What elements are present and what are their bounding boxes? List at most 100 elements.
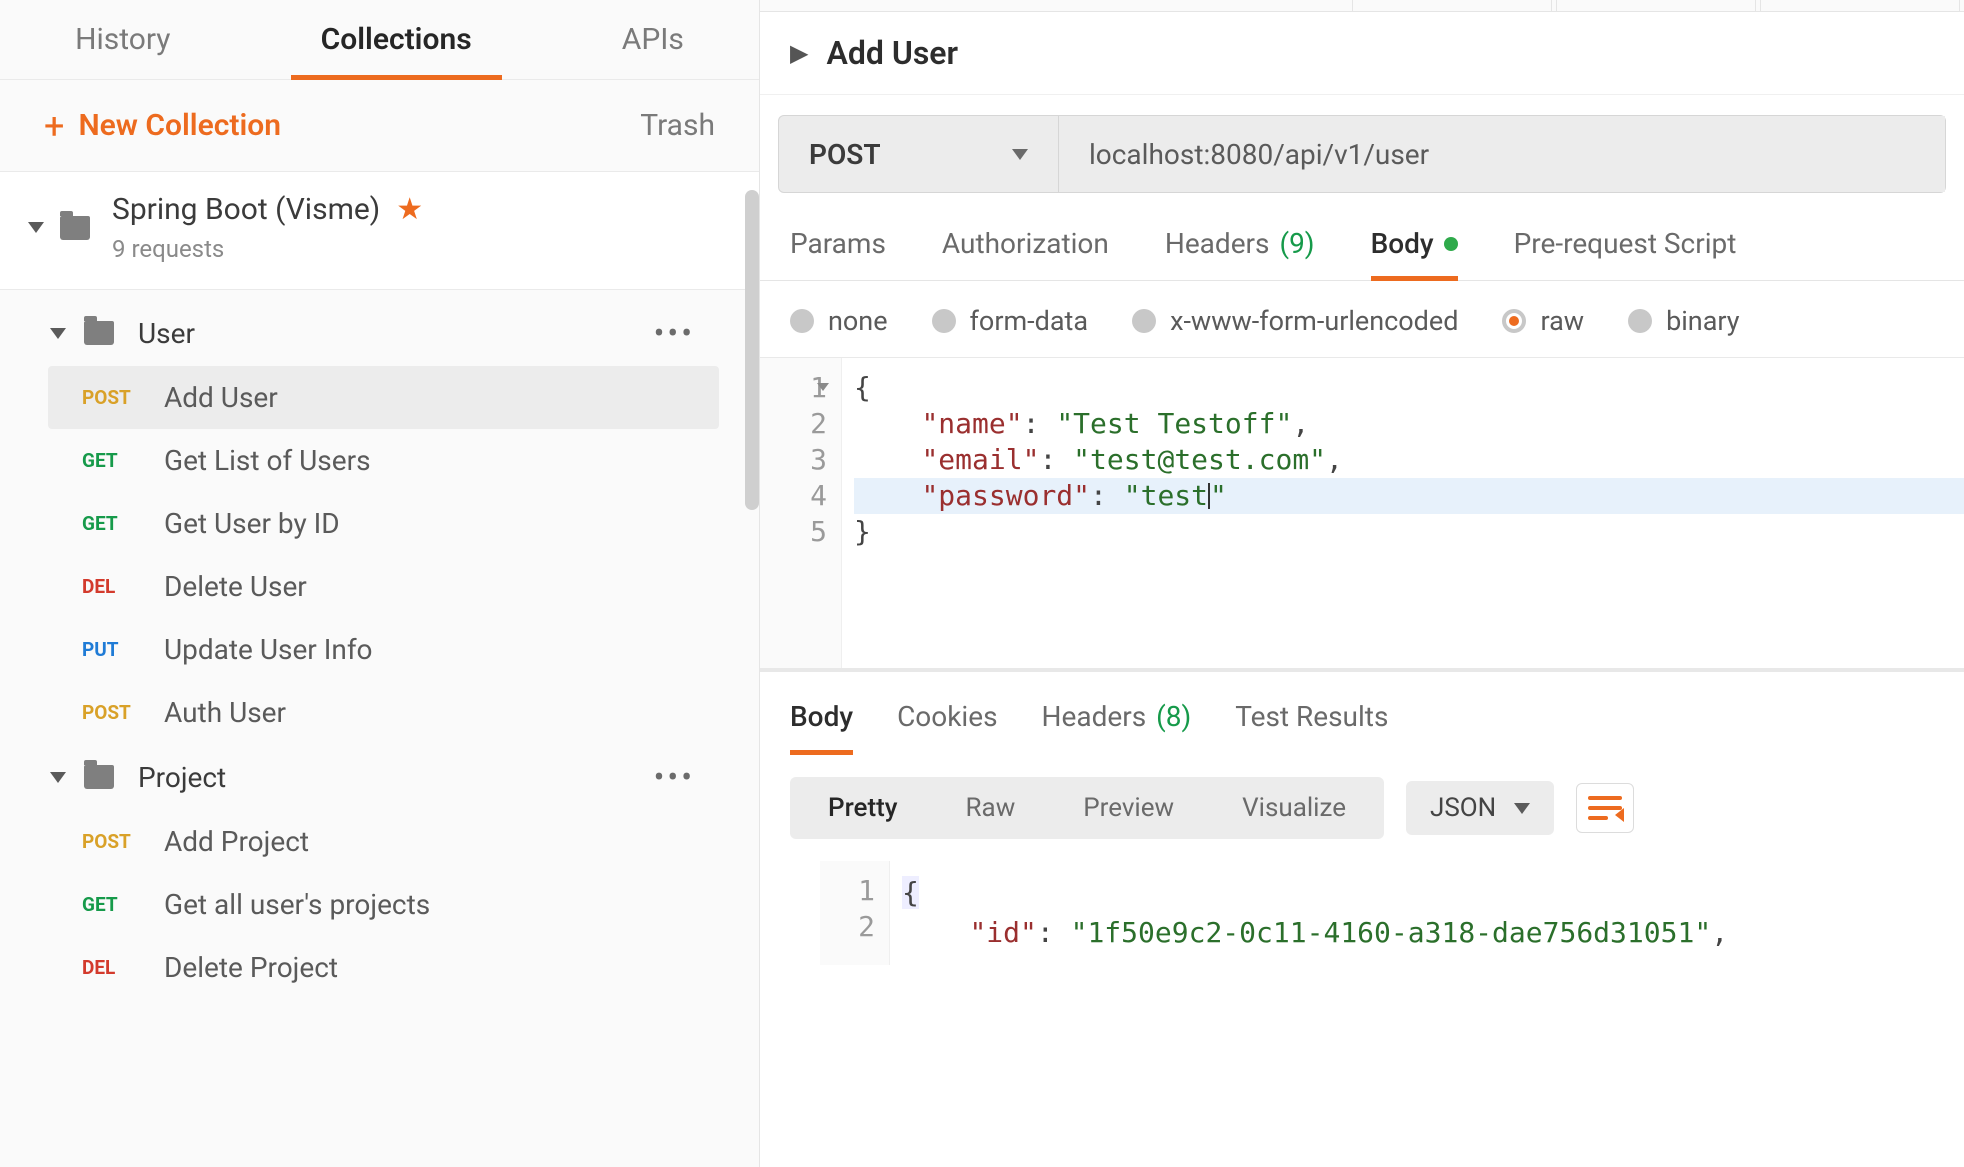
resp-tab-cookies[interactable]: Cookies — [897, 700, 997, 755]
resp-tab-body[interactable]: Body — [790, 700, 853, 755]
star-icon[interactable]: ★ — [396, 192, 423, 227]
seg-visualize[interactable]: Visualize — [1208, 781, 1380, 835]
method-select-value: POST — [809, 138, 881, 171]
seg-preview[interactable]: Preview — [1049, 781, 1208, 835]
caret-down-icon[interactable] — [50, 328, 66, 339]
tab-strip-stub — [760, 0, 1964, 12]
chevron-down-icon — [1012, 149, 1028, 160]
request-tabs: Params Authorization Headers (9) Body Pr… — [760, 193, 1964, 281]
request-label: Get List of Users — [164, 444, 371, 477]
request-get-user-by-id[interactable]: GET Get User by ID — [0, 492, 759, 555]
radio-none[interactable]: none — [790, 305, 888, 337]
resp-tab-headers[interactable]: Headers (8) — [1042, 700, 1192, 755]
method-badge: GET — [82, 449, 138, 472]
collection-header[interactable]: Spring Boot (Visme) ★ 9 requests — [0, 172, 759, 289]
scrollbar[interactable] — [745, 190, 759, 510]
radio-urlencoded[interactable]: x-www-form-urlencoded — [1132, 305, 1458, 337]
resp-headers-count: (8) — [1156, 700, 1191, 733]
request-tree: User ••• POST Add User GET Get List of U… — [0, 290, 759, 999]
resp-tab-headers-label: Headers — [1042, 700, 1147, 733]
request-delete-project[interactable]: DEL Delete Project — [0, 936, 759, 999]
caret-down-icon[interactable] — [28, 222, 44, 233]
code-token: "Test Testoff" — [1056, 407, 1292, 440]
radio-label: x-www-form-urlencoded — [1170, 305, 1458, 337]
code-token: " — [1210, 479, 1227, 512]
request-title-row: ▶ Add User — [760, 12, 1964, 95]
radio-icon — [1132, 309, 1156, 333]
radio-raw[interactable]: raw — [1502, 305, 1584, 337]
code-token: "test — [1124, 479, 1208, 512]
seg-raw[interactable]: Raw — [932, 781, 1050, 835]
method-select[interactable]: POST — [779, 116, 1059, 192]
radio-icon — [1628, 309, 1652, 333]
folder-more-icon[interactable]: ••• — [654, 758, 695, 796]
plus-icon: + — [44, 108, 64, 144]
request-title: Add User — [826, 34, 958, 72]
request-delete-user[interactable]: DEL Delete User — [0, 555, 759, 618]
request-get-all-projects[interactable]: GET Get all user's projects — [0, 873, 759, 936]
code-token: "name" — [921, 407, 1022, 440]
resp-tab-test-results[interactable]: Test Results — [1235, 700, 1388, 755]
request-update-user[interactable]: PUT Update User Info — [0, 618, 759, 681]
code-token: "email" — [921, 443, 1039, 476]
request-label: Delete Project — [164, 951, 338, 984]
new-collection-button[interactable]: + New Collection — [44, 108, 281, 144]
caret-down-icon[interactable] — [50, 772, 66, 783]
folder-user[interactable]: User ••• — [0, 300, 759, 366]
request-body-editor[interactable]: 1 2 3 4 5 { "name": "Test Testoff", "ema… — [760, 358, 1964, 668]
code-token: "1f50e9c2-0c11-4160-a318-dae756d31051" — [1071, 916, 1712, 949]
radio-label: binary — [1666, 305, 1740, 337]
request-label: Update User Info — [164, 633, 373, 666]
folder-label: Project — [138, 761, 226, 794]
tab-authorization[interactable]: Authorization — [942, 227, 1109, 280]
response-body-editor[interactable]: 1 2 { "id": "1f50e9c2-0c11-4160-a318-dae… — [760, 861, 1964, 965]
method-badge: DEL — [82, 956, 138, 979]
request-label: Delete User — [164, 570, 307, 603]
tab-prerequest[interactable]: Pre-request Script — [1514, 227, 1737, 280]
request-label: Get User by ID — [164, 507, 340, 540]
body-type-row: none form-data x-www-form-urlencoded raw… — [760, 281, 1964, 358]
radio-icon — [932, 309, 956, 333]
method-badge: DEL — [82, 575, 138, 598]
request-label: Get all user's projects — [164, 888, 430, 921]
sidebar-tabs: History Collections APIs — [0, 0, 759, 80]
request-add-user[interactable]: POST Add User — [48, 366, 719, 429]
response-toolbar: Pretty Raw Preview Visualize JSON — [760, 755, 1964, 861]
tab-body[interactable]: Body — [1371, 227, 1458, 280]
request-label: Add User — [164, 381, 278, 414]
request-label: Auth User — [164, 696, 286, 729]
folder-more-icon[interactable]: ••• — [654, 314, 695, 352]
request-get-list-users[interactable]: GET Get List of Users — [0, 429, 759, 492]
sidebar-actions: + New Collection Trash — [0, 80, 759, 172]
editor-gutter: 1 2 — [820, 861, 890, 965]
folder-icon — [60, 216, 90, 240]
tab-apis[interactable]: APIs — [592, 0, 714, 79]
code-token: { — [854, 371, 871, 404]
format-dropdown[interactable]: JSON — [1406, 781, 1554, 835]
request-add-project[interactable]: POST Add Project — [0, 810, 759, 873]
wrap-lines-button[interactable] — [1576, 783, 1634, 833]
radio-binary[interactable]: binary — [1628, 305, 1740, 337]
tab-collections[interactable]: Collections — [291, 0, 502, 79]
tab-body-label: Body — [1371, 227, 1434, 260]
caret-right-icon[interactable]: ▶ — [790, 39, 808, 67]
tab-headers-label: Headers — [1165, 227, 1270, 260]
view-mode-group: Pretty Raw Preview Visualize — [790, 777, 1384, 839]
collection-request-count: 9 requests — [112, 235, 423, 263]
fold-icon[interactable] — [817, 383, 829, 391]
editor-code[interactable]: { "name": "Test Testoff", "email": "test… — [842, 358, 1964, 668]
trash-link[interactable]: Trash — [640, 108, 715, 143]
new-collection-label: New Collection — [78, 108, 281, 143]
editor-code[interactable]: { "id": "1f50e9c2-0c11-4160-a318-dae756d… — [890, 861, 1964, 965]
seg-pretty[interactable]: Pretty — [794, 781, 932, 835]
request-auth-user[interactable]: POST Auth User — [0, 681, 759, 744]
method-badge: POST — [82, 386, 138, 409]
url-input[interactable]: localhost:8080/api/v1/user — [1059, 116, 1945, 192]
radio-form-data[interactable]: form-data — [932, 305, 1089, 337]
folder-project[interactable]: Project ••• — [0, 744, 759, 810]
tab-params[interactable]: Params — [790, 227, 886, 280]
radio-icon — [790, 309, 814, 333]
method-badge: GET — [82, 893, 138, 916]
tab-history[interactable]: History — [45, 0, 200, 79]
tab-headers[interactable]: Headers (9) — [1165, 227, 1315, 280]
